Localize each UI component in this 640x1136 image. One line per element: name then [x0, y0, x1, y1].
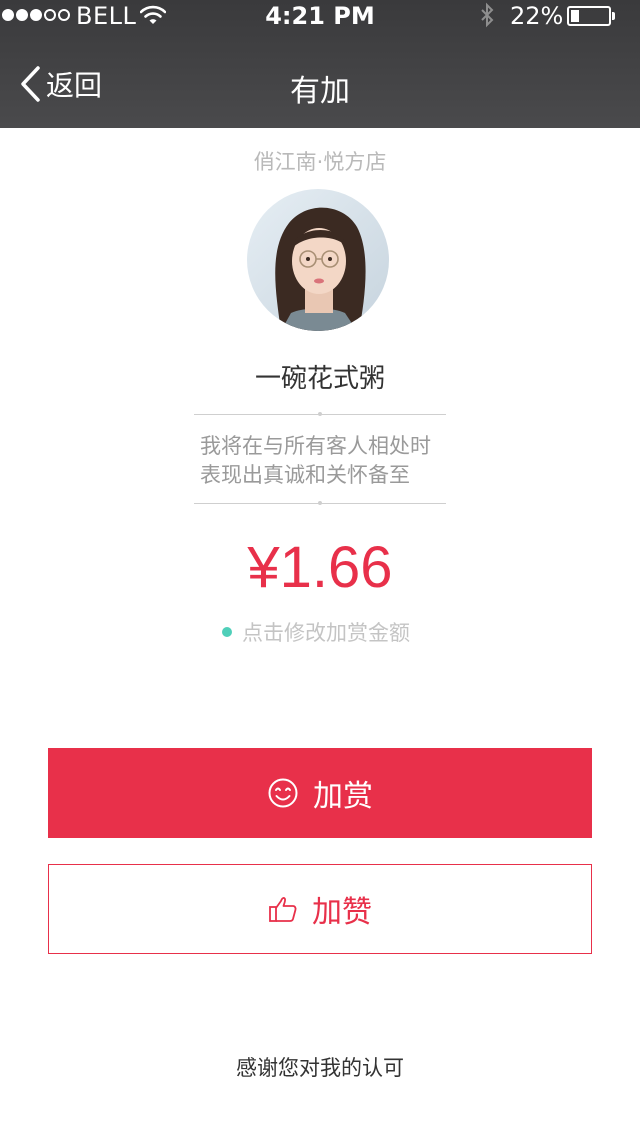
- page-title: 有加: [290, 74, 350, 109]
- divider-dot: [318, 412, 322, 416]
- divider-dot: [318, 501, 322, 505]
- reward-button-label: 加赏: [313, 779, 373, 814]
- battery-tip: [612, 12, 615, 20]
- avatar: [247, 189, 389, 331]
- staff-name: 一碗花式粥: [254, 364, 385, 394]
- bluetooth-icon: [478, 2, 496, 36]
- divider-top: [194, 412, 446, 416]
- motto-line: 表现出真诚和关怀备至: [200, 463, 410, 487]
- battery-percent: 22%: [510, 2, 564, 30]
- divider-bottom: [194, 501, 446, 505]
- store-name: 俏江南·悦方店: [253, 150, 387, 174]
- smile-icon: [268, 778, 298, 808]
- edit-amount-link[interactable]: 点击修改加赏金额: [222, 617, 410, 647]
- like-button-label: 加赞: [312, 895, 372, 930]
- thumbs-up-icon: [269, 897, 297, 922]
- battery-icon: [567, 6, 611, 26]
- thanks-message: 感谢您对我的认可: [236, 1056, 404, 1080]
- edit-amount-label: 点击修改加赏金额: [242, 621, 410, 645]
- like-button[interactable]: 加赞: [48, 864, 592, 954]
- reward-button[interactable]: 加赏: [48, 748, 592, 838]
- battery-level: [571, 10, 579, 22]
- hint-dot-icon: [222, 627, 232, 637]
- top-bar: BELL 4:21 PM 22% 返回 有加: [0, 0, 640, 128]
- reward-amount[interactable]: ¥1.66: [0, 534, 640, 601]
- motto-line: 我将在与所有客人相处时: [200, 434, 431, 458]
- staff-motto: 我将在与所有客人相处时 表现出真诚和关怀备至: [200, 432, 460, 490]
- status-bar: BELL 4:21 PM 22%: [0, 0, 640, 34]
- tip-screen: BELL 4:21 PM 22% 返回 有加 俏江南·悦方店 一碗花式粥 我将在…: [0, 0, 640, 1136]
